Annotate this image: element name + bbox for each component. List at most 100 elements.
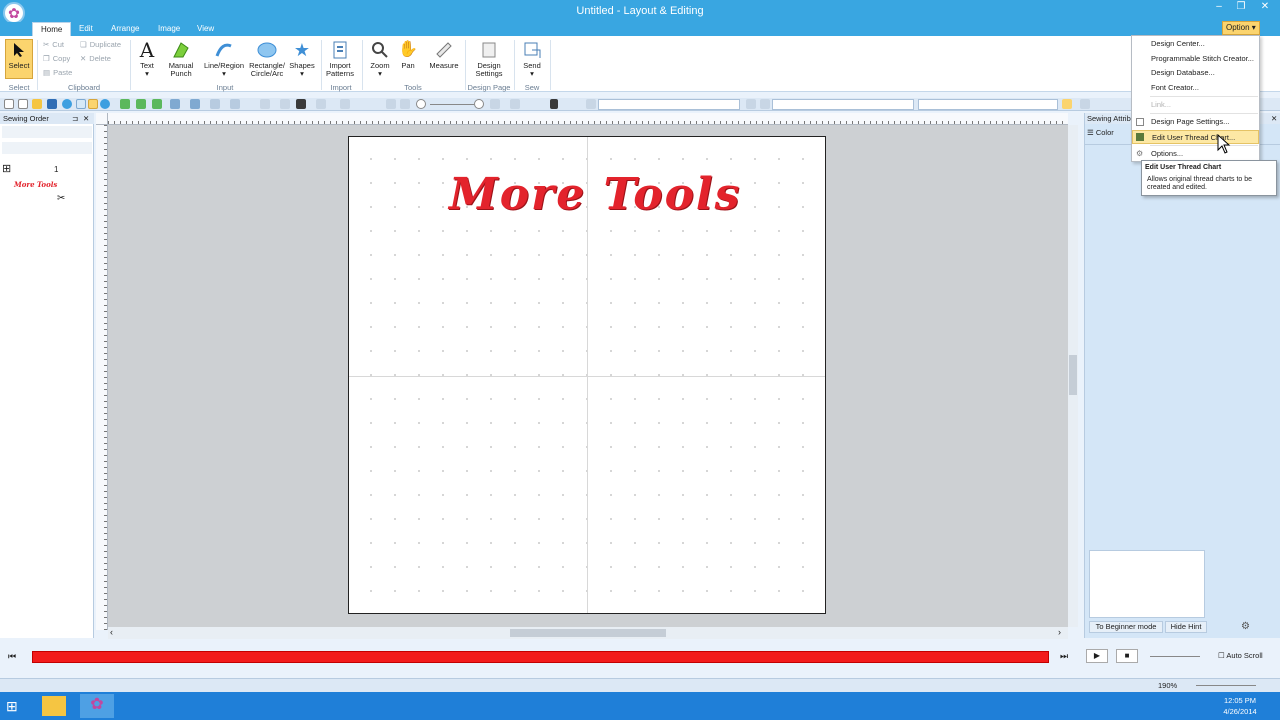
horizontal-scroll-thumb[interactable] bbox=[510, 629, 666, 637]
expand-icon[interactable]: ⊞ bbox=[2, 162, 11, 175]
paste-button[interactable]: ▤ Paste bbox=[43, 66, 72, 80]
style-combo[interactable] bbox=[918, 99, 1058, 110]
duplicate-button[interactable]: ❏ Duplicate bbox=[80, 38, 121, 52]
restore-button[interactable]: ❐ bbox=[1230, 1, 1252, 15]
menu-item-design-page-settings[interactable]: Design Page Settings... bbox=[1132, 115, 1259, 129]
group-icon[interactable] bbox=[210, 99, 220, 109]
menu-item-options[interactable]: Options... bbox=[1132, 147, 1259, 161]
arrow-green-icon[interactable] bbox=[120, 99, 130, 109]
pan-button[interactable]: ✋ Pan bbox=[396, 40, 420, 70]
new-icon[interactable] bbox=[4, 99, 14, 109]
zoom-slider[interactable] bbox=[1196, 685, 1256, 686]
hoop-dropdown-icon[interactable] bbox=[88, 99, 98, 109]
frame-icon[interactable] bbox=[586, 99, 596, 109]
sewing-order-toolbar-1[interactable] bbox=[2, 126, 92, 138]
play-button[interactable]: ▶ bbox=[1086, 649, 1108, 663]
design-canvas[interactable]: More Tools bbox=[108, 125, 1068, 627]
option-menu-button[interactable]: Option ▾ bbox=[1222, 21, 1260, 35]
panel-close-icon[interactable]: ✕ bbox=[1271, 113, 1277, 124]
line-region-button[interactable]: Line/Region ▾ bbox=[202, 40, 246, 78]
menu-item-font-creator[interactable]: Font Creator... bbox=[1132, 81, 1259, 95]
globe-icon[interactable] bbox=[62, 99, 72, 109]
panel-close-icon[interactable]: ✕ bbox=[83, 113, 89, 124]
zoom-button[interactable]: Zoom ▾ bbox=[368, 40, 392, 78]
hoop-icon[interactable] bbox=[76, 99, 86, 109]
lasso-icon[interactable] bbox=[260, 99, 270, 109]
color-tab[interactable]: ☰ Color bbox=[1087, 128, 1114, 137]
open-folder-icon[interactable] bbox=[32, 99, 42, 109]
settings-tool-icon[interactable]: ⚙ bbox=[1241, 621, 1250, 632]
text-tool-3-icon[interactable] bbox=[760, 99, 770, 109]
zoom-fit-icon[interactable] bbox=[400, 99, 410, 109]
select-button[interactable]: Select bbox=[5, 39, 33, 79]
app-logo-icon[interactable]: ✿ bbox=[3, 2, 25, 24]
select-small-icon[interactable] bbox=[1062, 99, 1072, 109]
transform-icon[interactable] bbox=[190, 99, 200, 109]
fill-tool-icon[interactable] bbox=[170, 99, 180, 109]
hide-hint-button[interactable]: Hide Hint bbox=[1165, 621, 1207, 633]
menu-item-design-database[interactable]: Design Database... bbox=[1132, 66, 1259, 80]
new-template-icon[interactable] bbox=[18, 99, 28, 109]
manual-punch-button[interactable]: Manual Punch bbox=[164, 40, 198, 78]
vertical-scrollbar[interactable] bbox=[1068, 125, 1078, 627]
pin-icon[interactable]: ⊐ bbox=[72, 113, 78, 124]
copy-button[interactable]: ❐ Copy bbox=[43, 52, 70, 66]
embroidery-text-design[interactable]: More Tools bbox=[449, 169, 749, 229]
send-button[interactable]: Send ▾ bbox=[518, 40, 546, 78]
zoom-slider-track[interactable] bbox=[430, 104, 474, 105]
sewing-order-toolbar-2[interactable] bbox=[2, 142, 92, 154]
measure-button[interactable]: Measure bbox=[426, 40, 462, 70]
file-explorer-icon[interactable] bbox=[42, 696, 66, 716]
tab-edit[interactable]: Edit bbox=[71, 22, 101, 36]
pan-small-icon[interactable] bbox=[510, 99, 520, 109]
region-tool-icon[interactable] bbox=[152, 99, 162, 109]
design-page[interactable]: More Tools bbox=[348, 136, 826, 614]
stitch-progress-bar[interactable] bbox=[32, 651, 1049, 663]
menu-item-programmable-stitch-creator[interactable]: Programmable Stitch Creator... bbox=[1132, 52, 1259, 66]
zoom-menu-icon[interactable] bbox=[490, 99, 500, 109]
shapes-button[interactable]: ★ Shapes ▾ bbox=[288, 40, 316, 78]
speed-slider[interactable] bbox=[1150, 656, 1200, 657]
font-combo[interactable] bbox=[598, 99, 740, 110]
menu-item-edit-user-thread-chart[interactable]: Edit User Thread Chart... bbox=[1132, 130, 1259, 144]
text-small-icon[interactable] bbox=[550, 99, 558, 109]
zoom-in-icon[interactable] bbox=[474, 99, 484, 109]
tab-arrange[interactable]: Arrange bbox=[103, 22, 147, 36]
import-patterns-button[interactable]: Import Patterns bbox=[323, 40, 357, 78]
skip-start-icon[interactable]: ⏮ bbox=[8, 651, 16, 662]
rectangle-circle-arc-button[interactable]: Rectangle/ Circle/Arc bbox=[247, 40, 287, 78]
zoom-out-icon[interactable] bbox=[416, 99, 426, 109]
close-button[interactable]: ✕ bbox=[1254, 1, 1276, 15]
size-combo[interactable] bbox=[772, 99, 914, 110]
beginner-mode-button[interactable]: To Beginner mode bbox=[1089, 621, 1163, 633]
text-button[interactable]: A Text ▾ bbox=[134, 40, 160, 78]
grid-icon[interactable] bbox=[230, 99, 240, 109]
tab-home[interactable]: Home bbox=[32, 22, 72, 36]
app-taskbar-icon[interactable]: ✿ bbox=[80, 694, 114, 718]
scroll-left-icon[interactable]: ‹ bbox=[110, 627, 113, 637]
minimize-button[interactable]: – bbox=[1208, 1, 1230, 15]
auto-scroll-checkbox[interactable]: ☐ Auto Scroll bbox=[1218, 651, 1263, 660]
move-icon[interactable] bbox=[340, 99, 350, 109]
tab-image[interactable]: Image bbox=[150, 22, 188, 36]
sewing-order-thumbnail[interactable]: More Tools bbox=[14, 180, 57, 189]
horizontal-scrollbar[interactable]: ‹ › bbox=[108, 627, 1068, 639]
arrow-green-2-icon[interactable] bbox=[136, 99, 146, 109]
align-icon[interactable] bbox=[316, 99, 326, 109]
stop-button[interactable]: ■ bbox=[1116, 649, 1138, 663]
baseline-icon[interactable] bbox=[296, 99, 306, 109]
delete-button[interactable]: ✕ Delete bbox=[80, 52, 111, 66]
circle-tool-icon[interactable] bbox=[100, 99, 110, 109]
vertical-scroll-thumb[interactable] bbox=[1069, 355, 1077, 395]
cut-button[interactable]: ✂ Cut bbox=[43, 38, 64, 52]
windows-start-icon[interactable]: ⊞ bbox=[6, 698, 18, 715]
design-settings-button[interactable]: Design Settings bbox=[469, 40, 509, 78]
tab-view[interactable]: View bbox=[189, 22, 222, 36]
text-tool-2-icon[interactable] bbox=[746, 99, 756, 109]
zoom-in-small-icon[interactable] bbox=[386, 99, 396, 109]
scroll-right-icon[interactable]: › bbox=[1058, 627, 1061, 637]
skip-end-icon[interactable]: ⏭ bbox=[1060, 651, 1068, 662]
menu-item-design-center[interactable]: Design Center... bbox=[1132, 37, 1259, 51]
save-icon[interactable] bbox=[47, 99, 57, 109]
point-icon[interactable] bbox=[280, 99, 290, 109]
